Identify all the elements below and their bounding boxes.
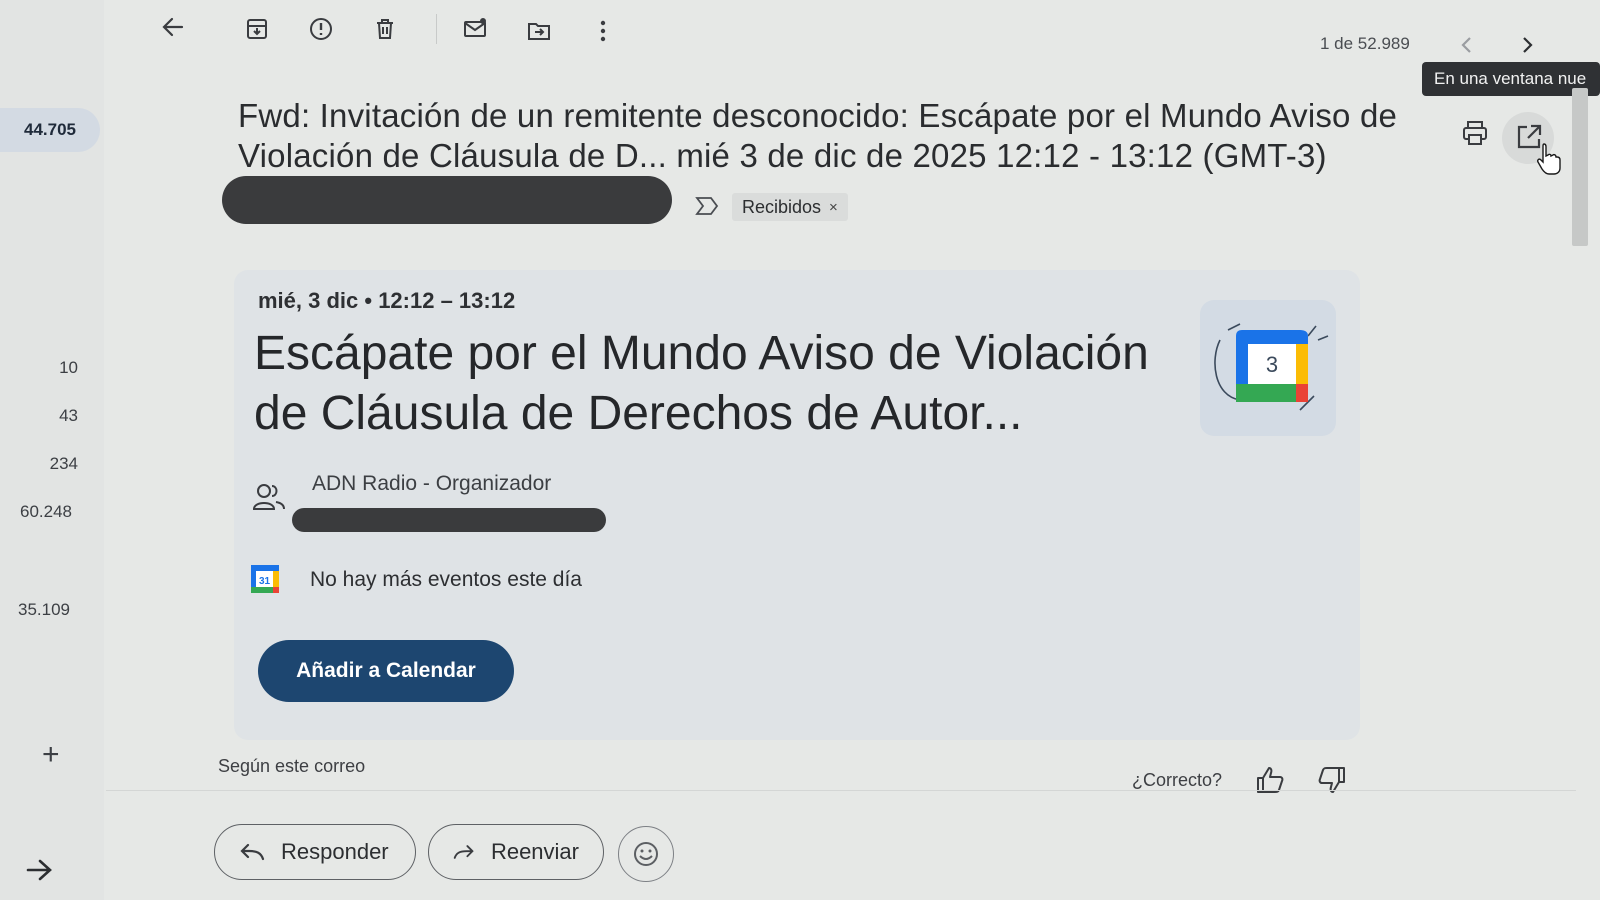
feedback-question: ¿Correcto? [1132,770,1223,790]
thumbs-down-icon[interactable] [1316,764,1348,796]
redacted-sender [222,176,672,224]
forward-button[interactable]: Reenviar [428,824,604,880]
more-vert-icon[interactable] [590,18,616,44]
move-to-icon[interactable] [526,18,552,44]
guests-icon [252,482,286,512]
mark-unread-icon[interactable] [462,16,488,42]
hand-cursor-icon [1536,142,1562,176]
redacted-guest [292,508,606,532]
forward-icon [453,845,474,859]
expand-arrow-icon[interactable] [26,858,54,882]
forward-label: Reenviar [490,839,579,864]
thumbs-up-icon[interactable] [1254,764,1286,796]
calendar-illustration: 3 [1200,300,1336,436]
print-icon[interactable] [1460,118,1490,148]
label-count[interactable]: 35.109 [8,600,70,620]
label-count[interactable]: 10 [48,358,78,378]
source-note: Según este correo [218,756,366,776]
label-count[interactable]: 43 [48,406,78,426]
importance-marker-icon[interactable] [694,196,720,216]
mini-calendar-day: 31 [259,576,271,587]
add-label-button[interactable]: + [42,738,60,772]
reply-label: Responder [281,839,389,864]
organizer-name: ADN Radio - Organizador [312,472,552,495]
calendar-icon: 31 [250,564,280,594]
back-arrow-icon[interactable] [160,14,186,40]
add-to-calendar-button[interactable]: Añadir a Calendar [258,640,514,702]
label-count[interactable]: 234 [38,454,78,474]
scrollbar-thumb[interactable] [1572,88,1588,246]
label-chip-inbox[interactable]: Recibidos × [732,193,848,221]
label-count[interactable]: 60.248 [8,502,72,522]
report-spam-icon[interactable] [308,16,334,42]
event-time: mié, 3 dic • 12:12 – 13:12 [258,288,516,313]
no-events-text: No hay más eventos este día [310,568,582,591]
divider [106,790,1576,791]
calendar-art-day: 3 [1266,352,1278,377]
toolbar-divider [436,14,437,44]
pagination-text: 1 de 52.989 [1320,34,1410,53]
label-chip-text: Recibidos [742,196,822,217]
archive-icon[interactable] [244,16,270,42]
chevron-right-icon[interactable] [1516,34,1538,56]
event-title: Escápate por el Mundo Aviso de Violación… [254,327,1149,440]
chevron-left-icon[interactable] [1456,34,1478,56]
email-subject: Fwd: Invitación de un remitente desconoc… [238,97,1398,174]
smiley-icon [634,842,658,866]
reply-button[interactable]: Responder [214,824,416,880]
inbox-count-badge[interactable]: 44.705 [0,108,100,152]
emoji-reaction-button[interactable] [618,826,674,882]
reply-icon [240,843,265,861]
delete-icon[interactable] [372,16,398,42]
remove-label-button[interactable]: × [829,199,838,216]
